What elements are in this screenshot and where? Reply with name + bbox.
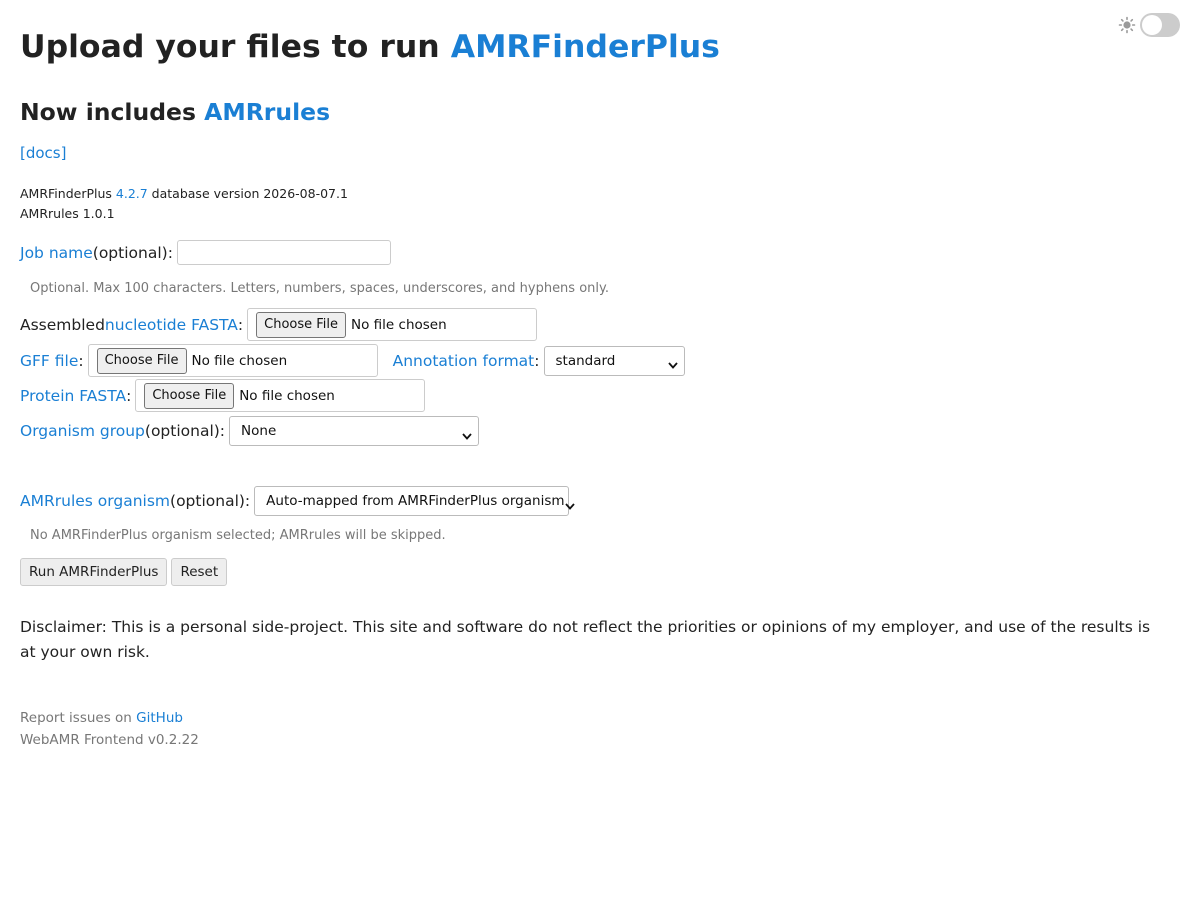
reset-button[interactable]: Reset — [171, 558, 228, 586]
amrrules-organism-row: AMRrules organism (optional): Auto-mappe… — [20, 486, 575, 516]
subtitle-prefix: Now includes — [20, 98, 205, 126]
organism-group-select[interactable]: None — [229, 416, 480, 446]
subtitle-accent: AMRrules — [204, 98, 331, 126]
job-name-suffix: (optional): — [92, 243, 173, 262]
gff-file-input[interactable]: Choose File No file chosen — [87, 344, 378, 377]
nucleotide-fasta-row: Assembled nucleotide FASTA: Choose File … — [20, 308, 538, 341]
theme-toggle — [1118, 13, 1180, 37]
database-version: database version 2026-08-07.1 — [147, 186, 348, 201]
amrrules-organism-value: Auto-mapped from AMRFinderPlus organism — [266, 493, 565, 509]
file-status: No file chosen — [191, 352, 288, 369]
protein-suffix: : — [126, 386, 132, 405]
job-name-help: Optional. Max 100 characters. Letters, n… — [30, 281, 609, 296]
theme-switch[interactable] — [1140, 13, 1180, 37]
amrrules-organism-link[interactable]: AMRrules organism — [20, 492, 170, 510]
choose-file-button[interactable]: Choose File — [256, 311, 347, 338]
page-subtitle: Now includes AMRrules — [20, 97, 330, 127]
amrrules-help: No AMRFinderPlus organism selected; AMRr… — [30, 528, 446, 543]
amrrules-organism-suffix: (optional): — [170, 492, 251, 510]
gff-file-link[interactable]: GFF file — [20, 352, 78, 370]
nucleotide-file-input[interactable]: Choose File No file chosen — [247, 308, 538, 341]
page-title: Upload your files to run AMRFinderPlus — [20, 29, 720, 65]
amrrules-organism-select[interactable]: Auto-mapped from AMRFinderPlus organism — [254, 486, 575, 516]
organism-group-suffix: (optional): — [144, 422, 226, 440]
version-info: AMRFinderPlus 4.2.7 database version 202… — [20, 184, 348, 224]
organism-group-link[interactable]: Organism group — [20, 422, 145, 440]
amrfinder-version-link[interactable]: 4.2.7 — [116, 186, 148, 201]
disclaimer: Disclaimer: This is a personal side-proj… — [20, 618, 1151, 661]
annotation-format-link[interactable]: Annotation format — [393, 352, 535, 370]
report-prefix: Report issues on — [20, 710, 137, 726]
amrfinder-label: AMRFinderPlus — [20, 186, 116, 201]
title-accent: AMRFinderPlus — [450, 29, 720, 65]
github-link[interactable]: GitHub — [136, 710, 183, 726]
switch-knob — [1142, 15, 1162, 35]
chevron-down-icon — [564, 498, 575, 510]
amrfinder-version-line: AMRFinderPlus 4.2.7 database version 202… — [20, 184, 348, 204]
form-actions: Run AMRFinderPlus Reset — [20, 558, 228, 586]
annotation-format-value: standard — [555, 352, 616, 369]
choose-file-button[interactable]: Choose File — [144, 382, 235, 409]
protein-fasta-link[interactable]: Protein FASTA — [20, 387, 126, 405]
docs-link[interactable]: [docs] — [20, 143, 66, 163]
protein-fasta-row: Protein FASTA: Choose File No file chose… — [20, 379, 426, 412]
choose-file-button[interactable]: Choose File — [96, 347, 187, 374]
sun-icon — [1118, 16, 1136, 34]
chevron-down-icon — [462, 428, 472, 440]
nucleotide-suffix: : — [237, 315, 244, 334]
run-button[interactable]: Run AMRFinderPlus — [20, 558, 168, 586]
title-prefix: Upload your files to run — [20, 29, 451, 65]
frontend-version: WebAMR Frontend v0.2.22 — [20, 732, 199, 748]
file-status: No file chosen — [239, 387, 335, 404]
nucleotide-fasta-link[interactable]: nucleotide FASTA — [105, 316, 238, 334]
job-name-row: Job name (optional): — [20, 240, 391, 265]
annotation-format-select[interactable]: standard — [543, 345, 685, 376]
job-name-input[interactable] — [176, 240, 391, 265]
job-name-link[interactable]: Job name — [20, 244, 93, 262]
organism-group-value: None — [241, 423, 277, 439]
chevron-down-icon — [667, 357, 678, 369]
organism-group-row: Organism group (optional): None — [20, 416, 480, 446]
file-status: No file chosen — [351, 316, 447, 333]
gff-suffix: : — [78, 351, 84, 370]
nucleotide-prefix: Assembled — [20, 315, 105, 334]
protein-file-input[interactable]: Choose File No file chosen — [135, 379, 426, 412]
amrrules-version: AMRrules 1.0.1 — [20, 206, 115, 221]
report-issues-line: Report issues on GitHub — [20, 707, 199, 729]
footer: Report issues on GitHub WebAMR Frontend … — [20, 707, 199, 751]
gff-row: GFF file: Choose File No file chosen Ann… — [20, 344, 685, 377]
annotation-suffix: : — [534, 351, 540, 370]
